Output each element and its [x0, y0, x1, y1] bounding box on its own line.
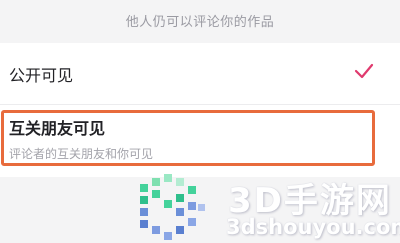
option-public[interactable]: 公开可见 — [0, 43, 400, 105]
check-icon — [354, 63, 374, 79]
highlight-box — [1, 110, 375, 166]
watermark-logo-icon — [140, 174, 205, 240]
comment-visibility-page: 他人仍可以评论你的作品 公开可见 互关朋友可见 评论者的互关朋友和你可见 3D手… — [0, 0, 400, 243]
watermark: 3D手游网 3dshouyou.com — [138, 171, 400, 243]
watermark-domain: 3dshouyou.com — [226, 215, 400, 239]
option-public-label: 公开可见 — [9, 65, 74, 85]
hint-text: 他人仍可以评论你的作品 — [125, 14, 275, 30]
